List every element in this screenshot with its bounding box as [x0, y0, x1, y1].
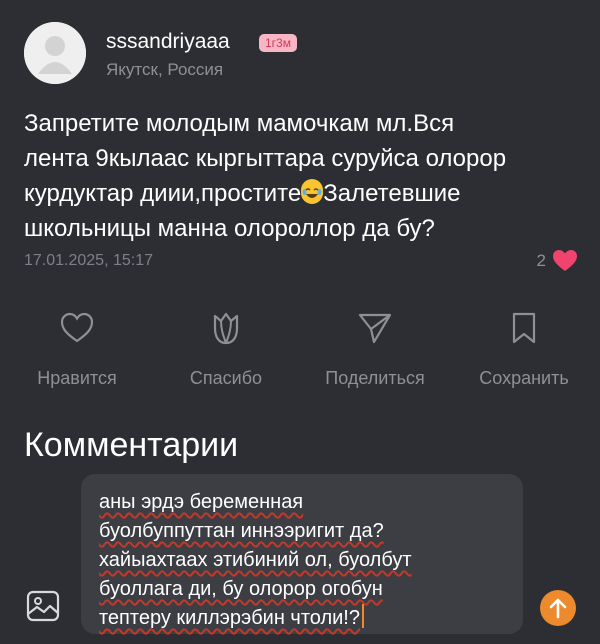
- laughing-tears-emoji-icon: [301, 179, 324, 204]
- share-button[interactable]: Поделиться: [305, 308, 445, 389]
- post-text: Запретите молодым мамочкам мл.Вся лента …: [24, 106, 584, 246]
- avatar[interactable]: [24, 22, 86, 84]
- heart-outline-icon: [60, 312, 94, 343]
- comment-input-text[interactable]: аны эрдэ беременная буолбуппуттан иннээр…: [99, 488, 499, 633]
- send-button[interactable]: [540, 590, 576, 626]
- post-timestamp: 17.01.2025, 15:17: [24, 252, 154, 269]
- likes-count: 2: [536, 251, 546, 270]
- bookmark-icon: [512, 312, 536, 344]
- share-plane-icon: [358, 313, 392, 344]
- location: Якутск, Россия: [106, 60, 224, 79]
- thanks-label: Спасибо: [189, 368, 263, 388]
- text-caret: [362, 604, 364, 628]
- save-button[interactable]: Сохранить: [454, 308, 594, 389]
- comment-input[interactable]: аны эрдэ беременная буолбуппуттан иннээр…: [81, 474, 523, 634]
- share-label: Поделиться: [325, 368, 425, 388]
- likes-indicator[interactable]: 2: [537, 249, 578, 273]
- username[interactable]: sssandriyaaa: [106, 30, 230, 54]
- default-avatar-icon: [24, 22, 86, 84]
- time-badge: 1г3м: [259, 34, 297, 52]
- comment-input-value: аны эрдэ беременная буолбуппуттан иннээр…: [99, 491, 412, 629]
- thanks-button[interactable]: Спасибо: [156, 308, 296, 389]
- arrow-up-icon: [549, 598, 567, 619]
- heart-filled-icon: [553, 250, 577, 271]
- save-label: Сохранить: [479, 368, 569, 388]
- attach-image-button[interactable]: [25, 588, 61, 624]
- tulip-icon: [213, 312, 239, 345]
- comments-title: Комментарии: [24, 426, 239, 464]
- like-button[interactable]: Нравится: [7, 308, 147, 389]
- image-icon: [26, 590, 60, 622]
- like-label: Нравится: [37, 368, 117, 388]
